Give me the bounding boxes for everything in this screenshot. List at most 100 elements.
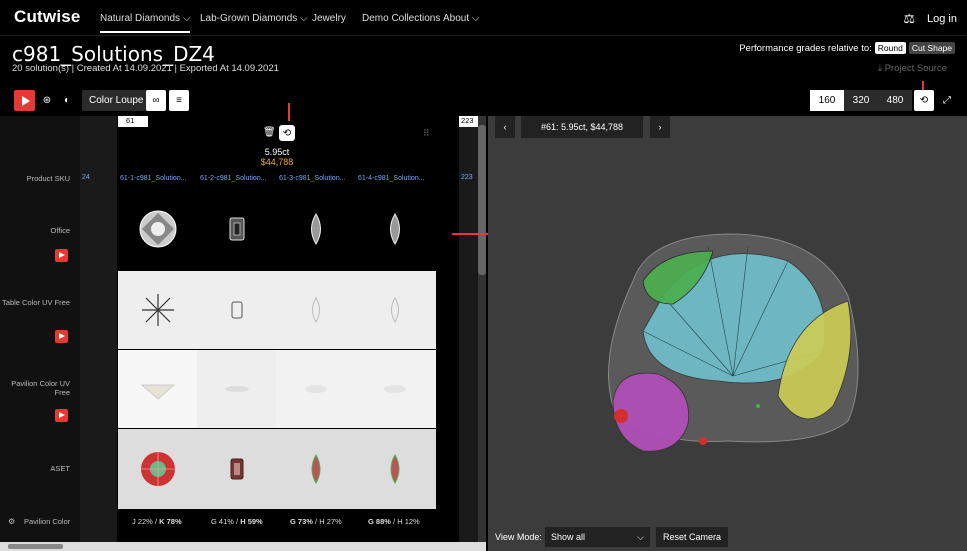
office-cell-1[interactable] xyxy=(118,188,197,270)
office-cell-4[interactable] xyxy=(355,188,434,270)
chevron-left-icon: ‹ xyxy=(503,122,507,132)
grade-3: G 73% / H 27% xyxy=(290,517,342,526)
nav-about[interactable]: About ⌵ xyxy=(443,13,480,24)
column-number: 61 xyxy=(118,116,148,127)
row-aset xyxy=(118,429,436,509)
play-table-button[interactable] xyxy=(55,330,68,343)
play-office-button[interactable] xyxy=(55,249,68,262)
pavilion-cell-4[interactable] xyxy=(355,350,434,428)
top-nav: Cutwise Natural Diamonds ⌵ Lab-Grown Dia… xyxy=(0,0,967,36)
list-view-button[interactable]: ≡ xyxy=(169,90,189,111)
nav-natural-diamonds[interactable]: Natural Diamonds ⌵ xyxy=(100,13,191,33)
view-mode-label: View Mode: xyxy=(495,532,542,542)
horizontal-scroll-thumb[interactable] xyxy=(8,544,63,549)
sku-link-2[interactable]: 61-2-c981_Solution... xyxy=(200,175,267,182)
pavilion-cell-1[interactable] xyxy=(118,350,197,428)
chevron-right-icon: › xyxy=(658,122,662,132)
aset-cell-2[interactable] xyxy=(197,429,276,509)
login-link[interactable]: Log in xyxy=(927,13,957,25)
aset-cell-3[interactable] xyxy=(276,429,355,509)
download-icon: ⤓ xyxy=(877,63,883,74)
performance-grades: Performance grades relative to: Round Cu… xyxy=(739,42,955,54)
contrast-icon: ◐ xyxy=(63,95,71,106)
solution-title: #61: 5.95ct, $44,788 xyxy=(521,116,643,138)
table-cell-1[interactable] xyxy=(118,271,197,349)
aset-cell-4[interactable] xyxy=(355,429,434,509)
size-320[interactable]: 320 xyxy=(844,90,878,111)
logo[interactable]: Cutwise xyxy=(14,7,81,27)
3d-rotate-icon: ⟲ xyxy=(919,95,929,106)
reset-camera-button[interactable]: Reset Camera xyxy=(656,527,728,547)
prev-sku[interactable]: 24 xyxy=(82,174,90,181)
vertical-scroll-thumb[interactable] xyxy=(478,125,486,275)
chevron-down-icon: ⌵ xyxy=(637,531,644,542)
play-icon xyxy=(21,95,30,106)
globe-icon: ⊛ xyxy=(42,95,52,106)
project-source-button[interactable]: ⤓ Project Source xyxy=(878,63,947,74)
office-cell-2[interactable] xyxy=(197,188,276,270)
3d-viewer[interactable] xyxy=(488,116,967,551)
3d-rotate-icon[interactable]: ⟲ xyxy=(279,125,295,141)
label-office: Office xyxy=(50,226,70,235)
chip-round[interactable]: Round xyxy=(874,42,906,54)
trash-icon[interactable]: 🗑 xyxy=(263,127,276,138)
grade-1: J 22% / K 78% xyxy=(132,517,182,526)
chevron-down-icon: ⌵ xyxy=(471,13,480,24)
sku-link-4[interactable]: 61-4-c981_Solution... xyxy=(358,175,425,182)
next-sku[interactable]: 223 xyxy=(461,174,473,181)
row-labels: Product SKU Office Table Color UV Free P… xyxy=(0,116,80,543)
horizontal-scrollbar[interactable] xyxy=(0,542,486,551)
next-column-number: 223 xyxy=(459,116,479,127)
diamond-3d-model[interactable] xyxy=(488,116,967,551)
size-160[interactable]: 160 xyxy=(810,90,844,111)
label-aset: ASET xyxy=(50,464,70,473)
scale-icon[interactable]: ⚖ xyxy=(903,11,915,27)
nav-demo-collections[interactable]: Demo Collections xyxy=(362,13,440,24)
sku-link-3[interactable]: 61-3-c981_Solution... xyxy=(279,175,346,182)
list-icon: ≡ xyxy=(176,95,182,106)
table-cell-3[interactable] xyxy=(276,271,355,349)
contrast-icon-button[interactable]: ◐ xyxy=(58,90,76,111)
label-pavilion-uv: Pavilion Color UV Free xyxy=(11,379,70,397)
settings-icon[interactable]: ⚙ xyxy=(8,517,15,526)
prev-column-strip[interactable]: 24 xyxy=(80,116,117,543)
grade-2: G 41% / H 59% xyxy=(211,517,263,526)
next-column-strip[interactable]: 223 223 xyxy=(459,116,479,543)
table-cell-4[interactable] xyxy=(355,271,434,349)
3d-view-button[interactable]: ⟲ xyxy=(914,90,934,111)
chevron-down-icon: ⌵ xyxy=(300,13,308,24)
chevron-down-icon: ⌵ xyxy=(182,13,191,24)
table-cell-2[interactable] xyxy=(197,271,276,349)
office-cell-3[interactable] xyxy=(276,188,355,270)
pavilion-cell-2[interactable] xyxy=(197,350,276,428)
link-icon: ∞ xyxy=(152,95,160,106)
aset-cell-1[interactable] xyxy=(118,429,197,509)
pavilion-cell-3[interactable] xyxy=(276,350,355,428)
play-pavilion-button[interactable] xyxy=(55,409,68,422)
next-solution-button[interactable]: › xyxy=(650,116,670,138)
color-loupe-button[interactable]: Color Loupe xyxy=(82,90,151,111)
nav-jewelry[interactable]: Jewelry xyxy=(312,13,346,24)
label-sku: Product SKU xyxy=(26,174,70,183)
grade-4: G 88% / H 12% xyxy=(368,517,420,526)
solution-grid: 61 🗑 ⟲ ⠿ 5.95ct $44,788 61-1-c981_Soluti… xyxy=(118,116,436,543)
row-table-uv xyxy=(118,271,436,349)
nav-lab-grown[interactable]: Lab-Grown Diamonds ⌵ xyxy=(200,13,308,24)
price: $44,788 xyxy=(260,157,294,167)
sku-link-1[interactable]: 61-1-c981_Solution... xyxy=(120,175,187,182)
view-mode-select[interactable]: Show all ⌵ xyxy=(545,527,650,547)
size-480[interactable]: 480 xyxy=(878,90,912,111)
prev-solution-button[interactable]: ‹ xyxy=(495,116,515,138)
compare-button[interactable]: ∞ xyxy=(146,90,166,111)
row-pavilion-uv xyxy=(118,350,436,428)
drag-handle-icon[interactable]: ⠿ xyxy=(423,128,430,139)
label-table-uv: Table Color UV Free xyxy=(2,298,70,307)
chip-cut-shape[interactable]: Cut Shape xyxy=(908,42,955,54)
project-meta: 20 solution(s) | Created At 14.09.2021 |… xyxy=(12,63,279,74)
expand-icon: ⤢ xyxy=(943,95,951,106)
globe-icon-button[interactable]: ⊛ xyxy=(38,90,56,111)
row-office xyxy=(118,188,436,270)
play-button[interactable] xyxy=(14,90,35,111)
size-toggle: 160 320 480 xyxy=(810,90,912,111)
expand-button[interactable]: ⤢ xyxy=(938,90,956,111)
